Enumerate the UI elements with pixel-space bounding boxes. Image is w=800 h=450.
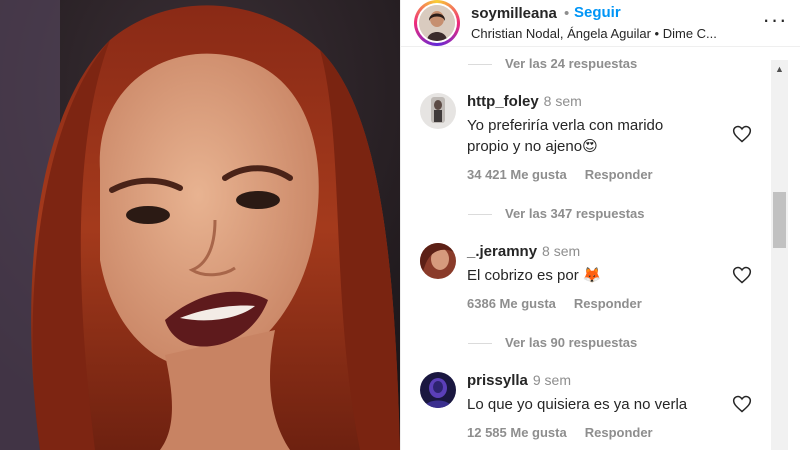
replies-divider xyxy=(468,343,492,345)
fox-emoji: 🦊 xyxy=(582,266,602,284)
audio-attribution[interactable]: Christian Nodal, Ángela Aguilar • Dime C… xyxy=(471,26,741,41)
comment-likes[interactable]: 6386 Me gusta xyxy=(467,296,556,311)
follow-button[interactable]: Seguir xyxy=(574,4,621,21)
more-options-icon[interactable]: ··· xyxy=(761,9,789,34)
comment-username[interactable]: http_foley 8 sem xyxy=(467,93,582,110)
comment-meta: 12 585 Me gusta Responder xyxy=(467,425,653,440)
replies-divider xyxy=(468,214,492,216)
comment-username[interactable]: _.jeramny 8 sem xyxy=(467,243,580,260)
reply-button[interactable]: Responder xyxy=(585,167,653,182)
comment-time[interactable]: 9 sem xyxy=(533,372,571,388)
portrait-image xyxy=(0,0,400,450)
comment-time[interactable]: 8 sem xyxy=(542,243,580,259)
owner-avatar-image xyxy=(419,5,455,41)
comment-list: Ver las 24 respuestas http_foley 8 sem Yo… xyxy=(401,47,773,450)
replies-divider xyxy=(468,64,492,66)
commenter-avatar[interactable] xyxy=(420,243,456,279)
post-sidebar: soymilleana • Seguir Christian Nodal, Án… xyxy=(400,0,800,450)
reply-button[interactable]: Responder xyxy=(574,296,642,311)
commenter-avatar[interactable] xyxy=(420,372,456,408)
scroll-up-arrow-icon[interactable]: ▲ xyxy=(771,64,788,78)
comment-text: El cobrizo es por 🦊 xyxy=(467,266,602,284)
header-separator: • xyxy=(564,5,570,22)
reply-button[interactable]: Responder xyxy=(585,425,653,440)
comment-text: Lo que yo quisiera es ya no verla xyxy=(467,396,688,413)
comment-username[interactable]: prissylla 9 sem xyxy=(467,372,571,389)
comment-text: Yo preferiría verla con marido propio y … xyxy=(467,117,664,155)
view-replies-link[interactable]: Ver las 24 respuestas xyxy=(468,56,637,74)
commenter-avatar[interactable] xyxy=(420,93,456,129)
heart-icon[interactable] xyxy=(732,265,752,285)
post-photo xyxy=(0,0,400,450)
heart-eyes-emoji: 😍 xyxy=(582,137,598,155)
view-replies-link[interactable]: Ver las 90 respuestas xyxy=(468,335,637,353)
comments-scrollbar[interactable]: ▲ xyxy=(771,60,788,450)
comment-likes[interactable]: 12 585 Me gusta xyxy=(467,425,567,440)
owner-avatar[interactable] xyxy=(414,0,460,46)
comment-time[interactable]: 8 sem xyxy=(544,93,582,109)
owner-username[interactable]: soymilleana xyxy=(471,5,557,22)
heart-icon[interactable] xyxy=(732,394,752,414)
comment-meta: 6386 Me gusta Responder xyxy=(467,296,642,311)
comment-likes[interactable]: 34 421 Me gusta xyxy=(467,167,567,182)
heart-icon[interactable] xyxy=(732,124,752,144)
post-header: soymilleana • Seguir Christian Nodal, Án… xyxy=(401,0,800,47)
view-replies-link[interactable]: Ver las 347 respuestas xyxy=(468,206,645,224)
scrollbar-thumb[interactable] xyxy=(773,192,786,248)
comment-meta: 34 421 Me gusta Responder xyxy=(467,167,653,182)
